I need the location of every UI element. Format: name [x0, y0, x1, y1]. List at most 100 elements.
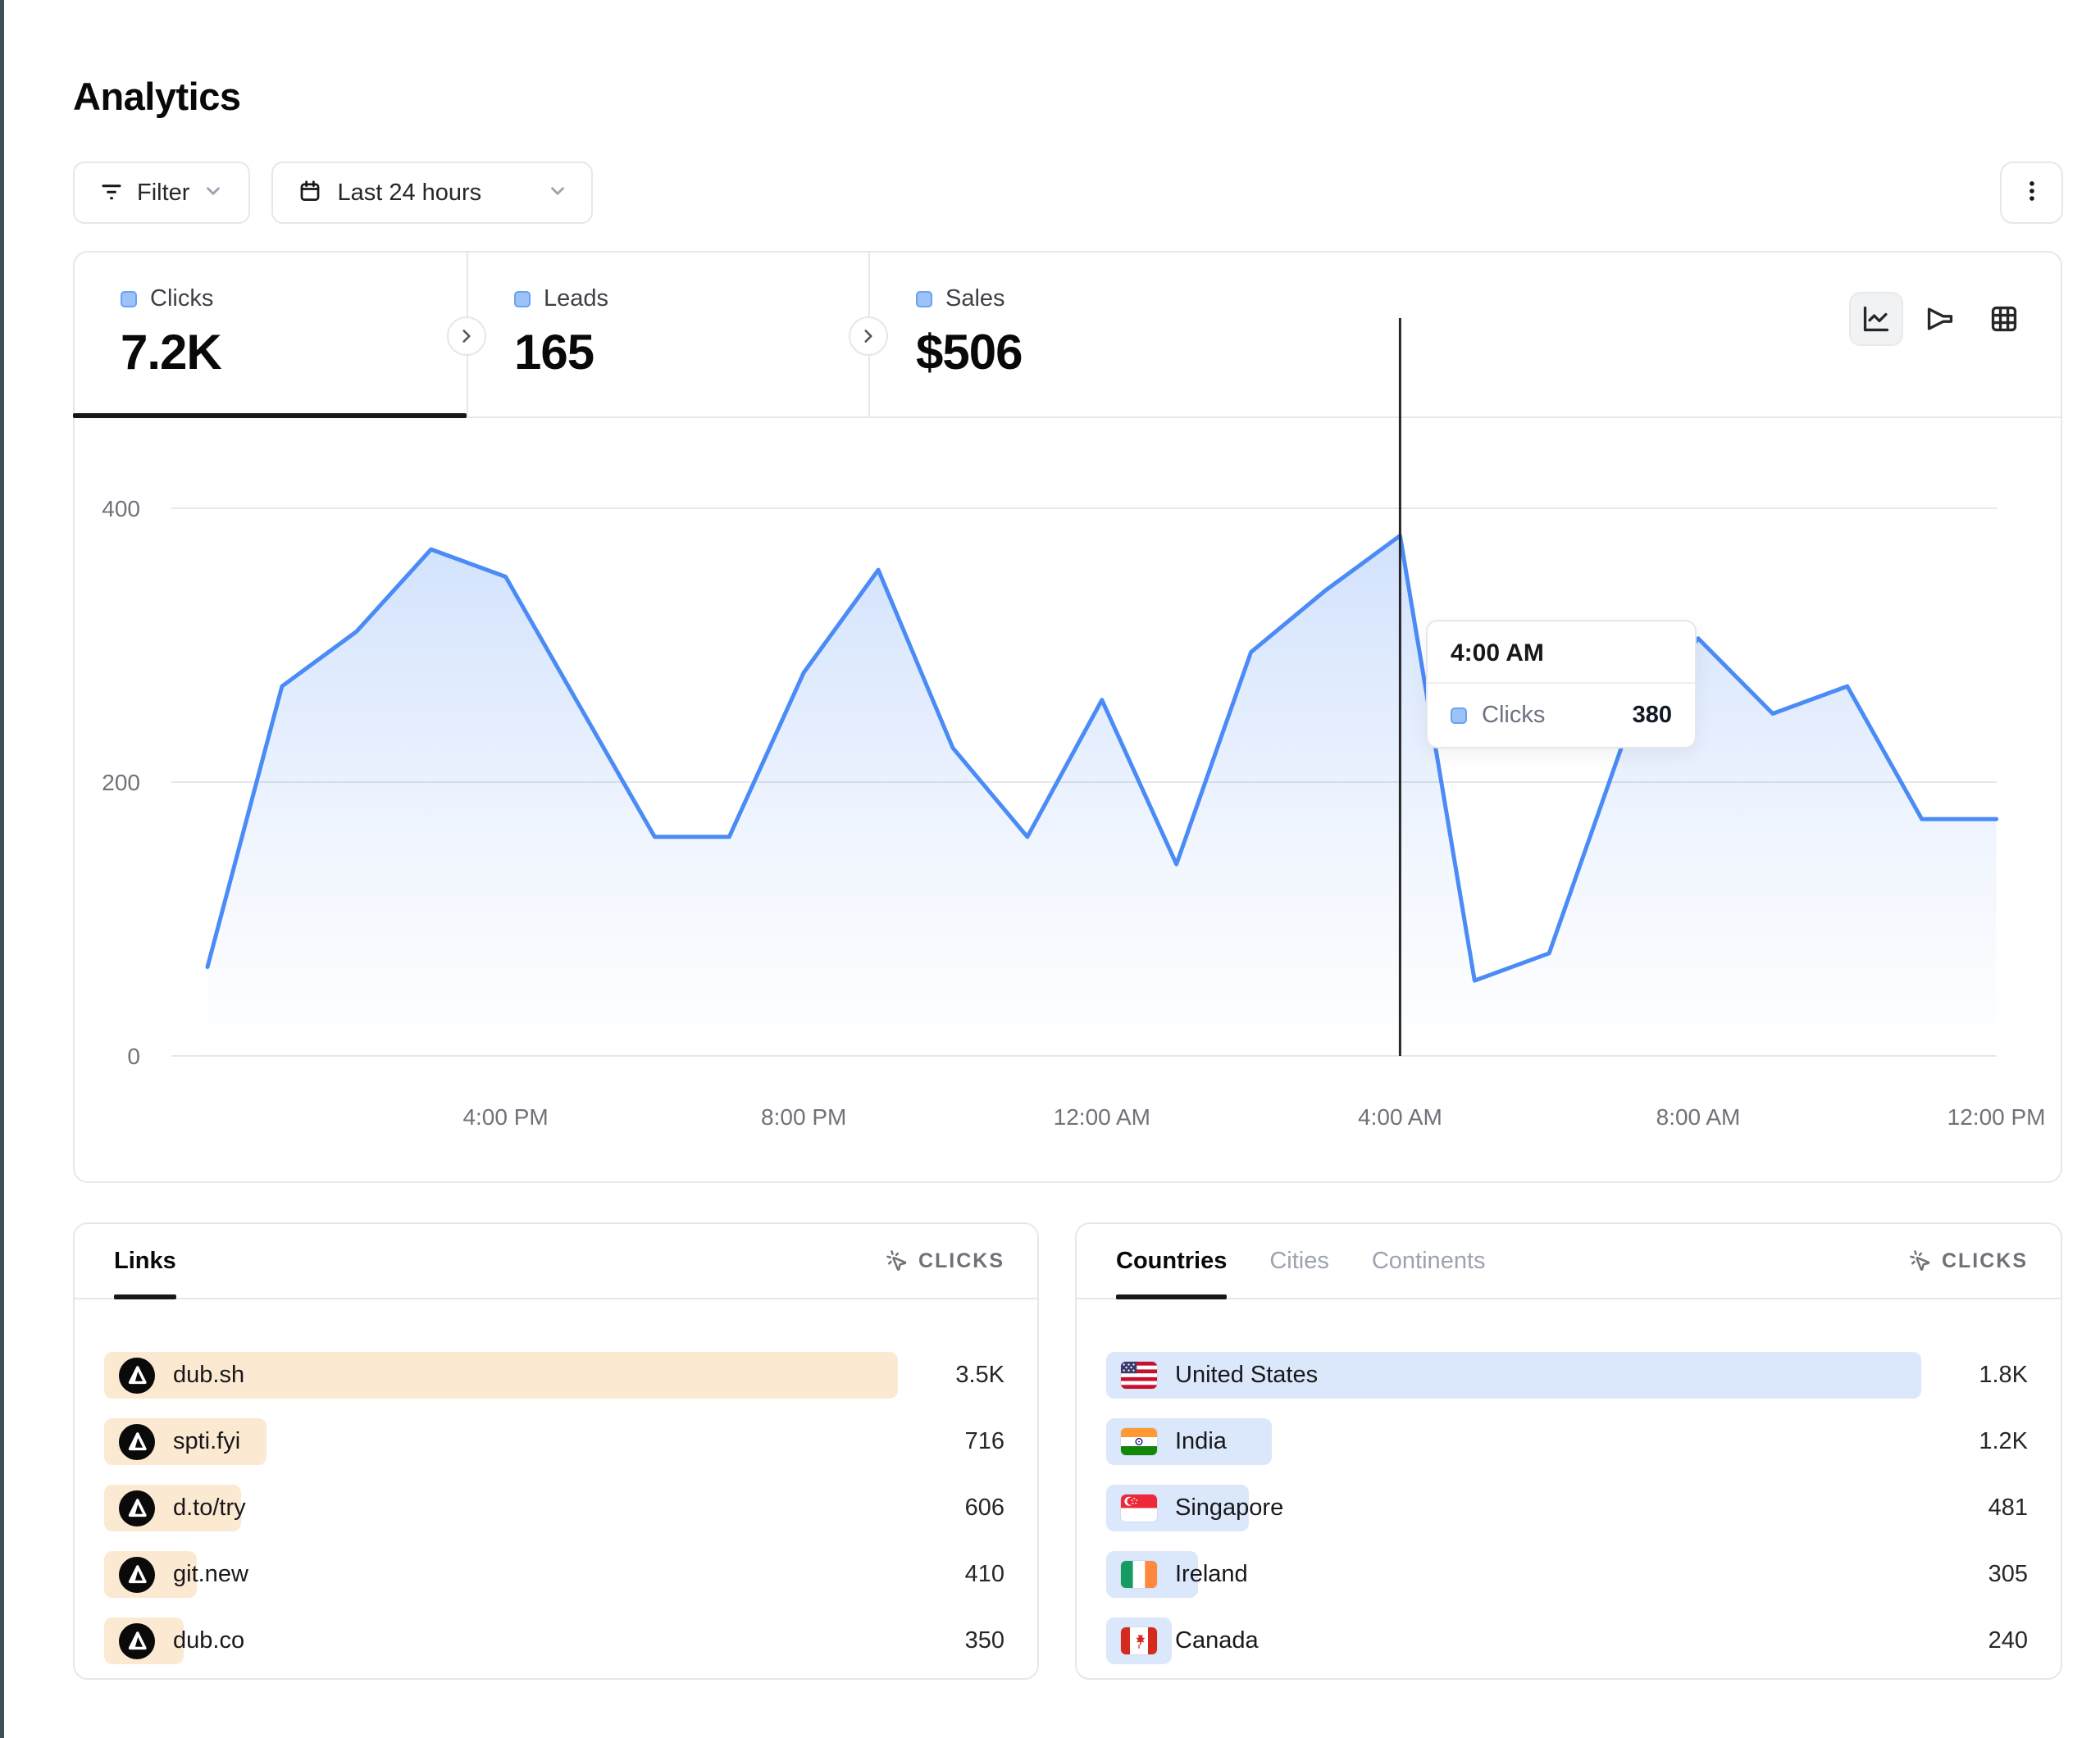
funnel-icon — [99, 179, 124, 207]
bar-track: Singapore — [1106, 1485, 1921, 1531]
tooltip-series-label: Clicks — [1482, 702, 1545, 729]
row-label: dub.sh — [173, 1362, 244, 1389]
line-chart-icon — [1861, 303, 1892, 334]
clicks-area-chart[interactable]: 02004004:00 PM8:00 PM12:00 AM4:00 AM8:00… — [75, 418, 2064, 1181]
bar-track: spti.fyi — [104, 1418, 898, 1465]
stat-tab-clicks[interactable]: Clicks 7.2K — [75, 253, 467, 416]
svg-text:8:00 AM: 8:00 AM — [1656, 1104, 1741, 1130]
bar-track: git.new — [104, 1551, 898, 1598]
row-value: 240 — [1921, 1627, 2028, 1654]
list-item[interactable]: Singapore 481 — [1106, 1485, 2028, 1531]
row-label: Canada — [1175, 1627, 1259, 1654]
bar-track: Ireland — [1106, 1551, 1921, 1598]
list-item[interactable]: spti.fyi 716 — [104, 1418, 1004, 1465]
chevron-right-icon — [456, 325, 477, 347]
countries-panel: Countries Cities Continents CLICKS Unite… — [1075, 1222, 2062, 1680]
tab-cities[interactable]: Cities — [1269, 1224, 1329, 1298]
clicks-legend-chip — [121, 291, 137, 307]
table-view-toggle[interactable] — [1977, 292, 2031, 346]
tooltip-time: 4:00 AM — [1428, 621, 1695, 684]
links-panel: Links CLICKS dub.sh 3.5K — [73, 1222, 1039, 1680]
svg-text:4:00 AM: 4:00 AM — [1358, 1104, 1442, 1130]
analytics-page: Analytics Filter Last 24 hours — [4, 0, 2100, 1680]
date-range-label: Last 24 hours — [337, 180, 481, 207]
toolbar: Filter Last 24 hours — [73, 162, 2063, 224]
row-label: spti.fyi — [173, 1428, 240, 1455]
bar-track: Canada — [1106, 1617, 1921, 1664]
bar-track: India — [1106, 1418, 1921, 1465]
tab-countries[interactable]: Countries — [1116, 1224, 1227, 1298]
list-item[interactable]: India 1.2K — [1106, 1418, 2028, 1465]
dub-logo-icon — [119, 1490, 155, 1526]
row-label: git.new — [173, 1561, 248, 1588]
flag-india-icon — [1121, 1428, 1157, 1455]
list-item[interactable]: Canada 240 — [1106, 1617, 2028, 1664]
clicks-legend-chip — [1451, 707, 1467, 724]
stats-row: Clicks 7.2K Leads 165 Sales $506 — [75, 253, 2061, 418]
metric-label: CLICKS — [918, 1249, 1004, 1273]
links-list: dub.sh 3.5K spti.fyi 716 d.to/try — [75, 1299, 1037, 1664]
svg-text:400: 400 — [102, 496, 140, 521]
dub-logo-icon — [119, 1623, 155, 1659]
row-label: United States — [1175, 1362, 1318, 1389]
flag-singapore-icon — [1121, 1495, 1157, 1522]
funnel-chart-toggle[interactable] — [1913, 292, 1967, 346]
svg-text:8:00 PM: 8:00 PM — [761, 1104, 846, 1130]
date-range-button[interactable]: Last 24 hours — [271, 162, 593, 224]
chevron-down-icon — [203, 180, 224, 206]
row-label: India — [1175, 1428, 1227, 1455]
bottom-panels: Links CLICKS dub.sh 3.5K — [73, 1222, 2063, 1680]
dub-logo-icon — [119, 1358, 155, 1394]
list-item[interactable]: d.to/try 606 — [104, 1485, 1004, 1531]
countries-metric-toggle[interactable]: CLICKS — [1907, 1249, 2028, 1273]
more-options-button[interactable] — [2000, 162, 2063, 224]
tab-continents[interactable]: Continents — [1372, 1224, 1486, 1298]
row-value: 410 — [898, 1561, 1004, 1588]
line-chart-toggle[interactable] — [1849, 292, 1903, 346]
row-value: 481 — [1921, 1495, 2028, 1522]
grid-table-icon — [1988, 303, 2020, 334]
list-item[interactable]: dub.co 350 — [104, 1617, 1004, 1664]
list-item[interactable]: dub.sh 3.5K — [104, 1352, 1004, 1399]
flag-us-icon — [1121, 1362, 1157, 1389]
cursor-click-icon — [1907, 1249, 1932, 1273]
row-value: 716 — [898, 1428, 1004, 1455]
list-item[interactable]: Ireland 305 — [1106, 1551, 2028, 1598]
filter-button[interactable]: Filter — [73, 162, 250, 224]
filter-label: Filter — [137, 180, 189, 207]
links-panel-header: Links CLICKS — [75, 1224, 1037, 1299]
row-value: 3.5K — [898, 1362, 1004, 1389]
links-metric-toggle[interactable]: CLICKS — [884, 1249, 1004, 1273]
countries-panel-header: Countries Cities Continents CLICKS — [1077, 1224, 2061, 1299]
bar-track: dub.co — [104, 1617, 898, 1664]
cursor-click-icon — [884, 1249, 909, 1273]
funnel-chart-icon — [1925, 303, 1956, 334]
calendar-icon — [298, 179, 322, 207]
row-label: Ireland — [1175, 1561, 1248, 1588]
dub-logo-icon — [119, 1557, 155, 1593]
tab-links[interactable]: Links — [114, 1224, 176, 1298]
list-item[interactable]: United States 1.8K — [1106, 1352, 2028, 1399]
bar-track: United States — [1106, 1352, 1921, 1399]
stat-value: 165 — [514, 324, 868, 380]
chart-tooltip: 4:00 AM Clicks 380 — [1426, 620, 1697, 748]
metric-label: CLICKS — [1942, 1249, 2028, 1273]
dub-logo-icon — [119, 1424, 155, 1460]
next-stat-button[interactable] — [447, 316, 486, 356]
bar-track: d.to/try — [104, 1485, 898, 1531]
analytics-chart-card: Clicks 7.2K Leads 165 Sales $506 — [73, 251, 2062, 1183]
next-stat-button[interactable] — [849, 316, 888, 356]
list-item[interactable]: git.new 410 — [104, 1551, 1004, 1598]
svg-text:200: 200 — [102, 770, 140, 795]
stat-label: Clicks — [150, 285, 213, 312]
stat-tab-leads[interactable]: Leads 165 — [467, 253, 868, 416]
row-value: 1.2K — [1921, 1428, 2028, 1455]
kebab-menu-icon — [2019, 178, 2045, 208]
countries-list: United States 1.8K India 1.2K Singapore — [1077, 1299, 2061, 1664]
row-label: d.to/try — [173, 1495, 246, 1522]
flag-canada-icon — [1121, 1627, 1157, 1654]
leads-legend-chip — [514, 291, 531, 307]
row-value: 1.8K — [1921, 1362, 2028, 1389]
svg-text:4:00 PM: 4:00 PM — [462, 1104, 548, 1130]
row-value: 350 — [898, 1627, 1004, 1654]
